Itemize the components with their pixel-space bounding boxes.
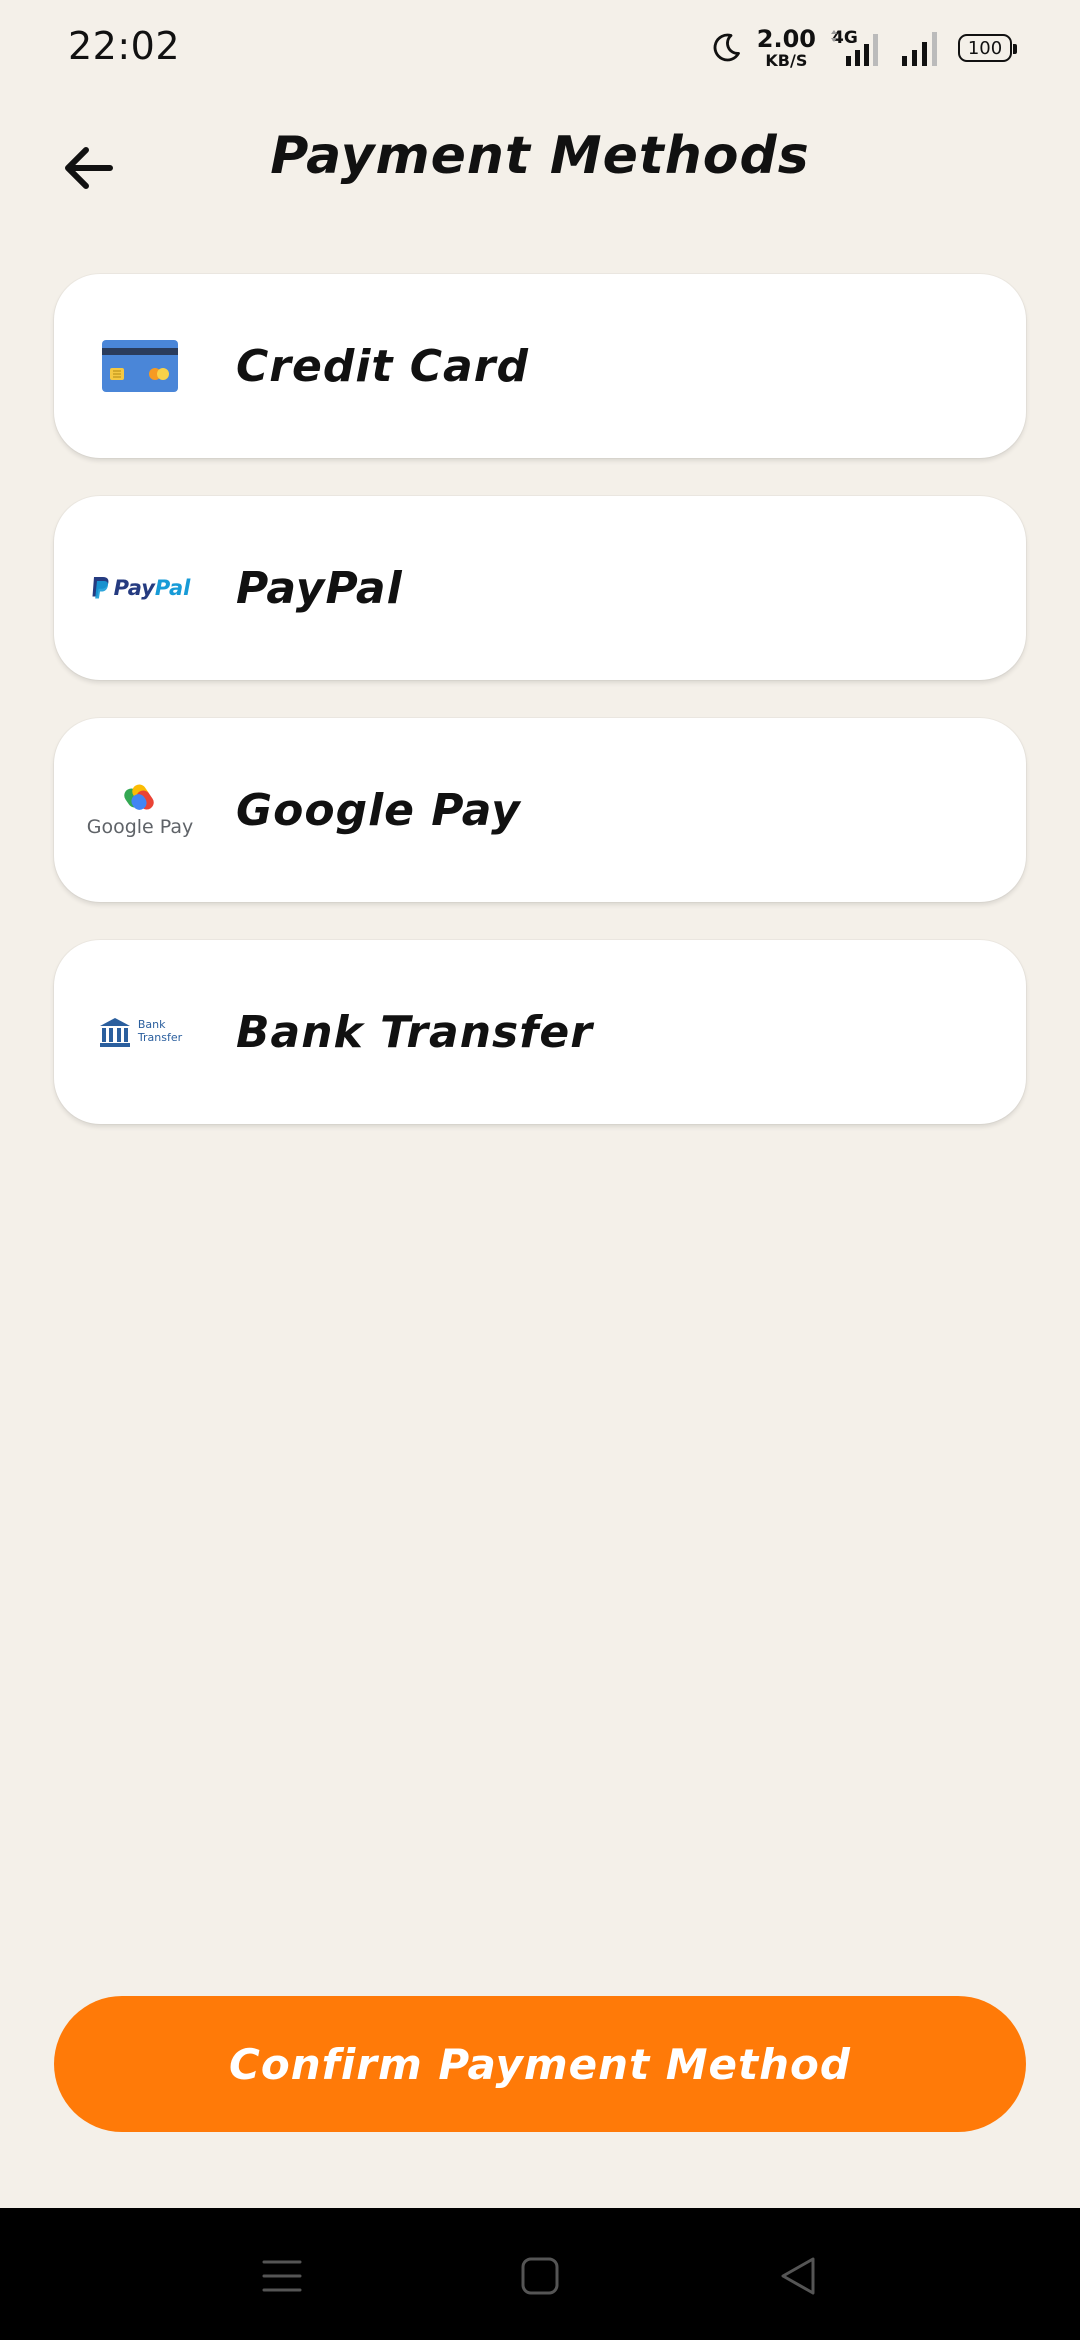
home-nav-button[interactable] <box>510 2246 570 2306</box>
payment-method-list: Credit Card PayPal PayPal Google Pay Goo… <box>54 274 1026 1162</box>
battery-level: 100 <box>967 37 1003 59</box>
google-pay-logo: Google Pay <box>74 760 206 860</box>
payment-option-credit-card[interactable]: Credit Card <box>54 274 1026 458</box>
menu-nav-button[interactable] <box>252 2246 312 2306</box>
payment-option-label: PayPal <box>236 562 403 614</box>
bank-logo-text-2: Transfer <box>137 1031 183 1044</box>
credit-card-icon <box>74 316 206 416</box>
paypal-logo-text-pay: Pay <box>113 576 155 600</box>
bank-icon: Bank Transfer <box>74 982 206 1082</box>
back-triangle-icon <box>781 2257 815 2295</box>
payment-option-google-pay[interactable]: Google Pay Google Pay <box>54 718 1026 902</box>
payment-option-paypal[interactable]: PayPal PayPal <box>54 496 1026 680</box>
signal-icon <box>902 32 937 66</box>
system-nav-bar <box>0 2208 1080 2340</box>
confirm-payment-method-button[interactable]: Confirm Payment Method <box>54 1996 1026 2132</box>
status-icons: 2.00 KB/S 4G 100 <box>709 26 1017 70</box>
moon-icon <box>713 33 740 62</box>
network-speed: 2.00 KB/S <box>757 27 816 69</box>
payment-option-label: Bank Transfer <box>236 1006 593 1058</box>
payment-option-label: Google Pay <box>236 784 521 836</box>
battery-icon: 100 <box>958 34 1017 62</box>
signal-4g-icon: 4G <box>830 28 886 68</box>
home-square-icon <box>521 2257 559 2295</box>
page-title: Payment Methods <box>270 126 810 186</box>
menu-icon <box>262 2260 302 2292</box>
paypal-logo: PayPal <box>74 538 206 638</box>
payment-option-label: Credit Card <box>236 340 529 392</box>
network-speed-unit: KB/S <box>765 51 808 70</box>
network-speed-value: 2.00 <box>756 25 816 53</box>
paypal-logo-text-pal: Pal <box>154 576 191 600</box>
status-time: 22:02 <box>68 24 181 68</box>
google-pay-logo-text: Google Pay <box>86 816 194 838</box>
status-bar: 22:02 2.00 KB/S 4G 100 <box>0 0 1080 96</box>
payment-option-bank-transfer[interactable]: Bank Transfer Bank Transfer <box>54 940 1026 1124</box>
back-nav-button[interactable] <box>768 2246 828 2306</box>
header: Payment Methods <box>0 110 1080 210</box>
